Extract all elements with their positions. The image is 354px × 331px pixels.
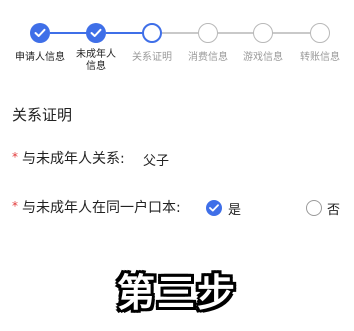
step-2-done (86, 23, 106, 43)
radio-no[interactable] (306, 200, 322, 216)
progress-stepper: 申请人信息 未成年人 信息 关系证明 消费信息 游戏信息 转账信息 (0, 16, 354, 76)
step-2-label-line2: 信息 (86, 61, 106, 72)
step-1-label: 申请人信息 (15, 52, 65, 63)
radio-yes-label[interactable]: 是 (228, 199, 241, 218)
step-5-pending (253, 23, 273, 43)
relation-field-label: * 与未成年人关系: (12, 148, 125, 168)
radio-no-label[interactable]: 否 (327, 199, 340, 218)
relation-label-text: 与未成年人关系: (22, 151, 125, 167)
step-6-label: 转账信息 (300, 52, 340, 63)
step-connector (162, 32, 198, 34)
step-connector (218, 32, 254, 34)
step-6-pending (310, 23, 330, 43)
relation-value-input[interactable]: 父子 (143, 150, 169, 169)
step-3-current (142, 23, 162, 43)
step-3-label: 关系证明 (132, 52, 172, 63)
section-title: 关系证明 (12, 106, 73, 124)
step-4-pending (198, 23, 218, 43)
radio-yes[interactable] (206, 200, 222, 216)
step-2-label-line1: 未成年人 (76, 49, 116, 60)
step-connector (272, 32, 310, 34)
check-icon (209, 204, 219, 212)
household-label-text: 与未成年人在同一户口本: (22, 200, 181, 216)
check-icon (90, 28, 102, 37)
step-1-done (30, 23, 50, 43)
step-2-label: 未成年人 信息 (66, 49, 126, 73)
required-marker: * (12, 150, 18, 164)
step-5-label: 游戏信息 (243, 52, 283, 63)
step-4-label: 消费信息 (188, 52, 228, 63)
check-icon (34, 28, 46, 37)
step-overlay-caption: 第三步 (116, 271, 237, 315)
household-field-label: * 与未成年人在同一户口本: (12, 197, 181, 217)
required-marker: * (12, 199, 18, 213)
